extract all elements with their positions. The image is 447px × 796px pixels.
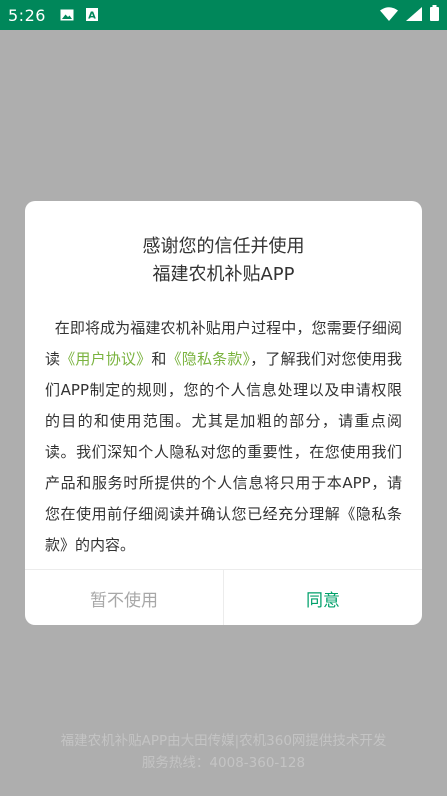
dialog-body-text: 在即将成为福建农机补贴用户过程中，您需要仔细阅读《用户协议》和《隐私条款》，了解… — [45, 313, 402, 561]
status-bar: 5:26 A — [0, 0, 447, 30]
privacy-consent-dialog: 感谢您的信任并使用 福建农机补贴APP 在即将成为福建农机补贴用户过程中，您需要… — [25, 201, 422, 625]
footer-hotline: 服务热线：4008-360-128 — [141, 755, 306, 771]
a-badge-icon: A — [85, 6, 98, 25]
decline-button[interactable]: 暂不使用 — [25, 570, 224, 625]
agree-button[interactable]: 同意 — [224, 570, 422, 625]
footer-credit: 福建农机补贴APP由大田传媒|农机360网提供技术开发 — [60, 733, 387, 749]
battery-icon — [430, 5, 439, 25]
privacy-policy-link[interactable]: 《隐私条款》 — [167, 350, 251, 368]
dialog-title-line2: 福建农机补贴APP — [152, 264, 295, 285]
dialog-button-bar: 暂不使用 同意 — [25, 569, 422, 625]
status-time: 5:26 — [8, 5, 46, 25]
image-icon — [60, 6, 74, 25]
dialog-title-line1: 感谢您的信任并使用 — [142, 236, 305, 257]
signal-icon — [406, 6, 422, 25]
body-text-and: 和 — [151, 350, 167, 368]
svg-text:A: A — [88, 10, 96, 21]
user-agreement-link[interactable]: 《用户协议》 — [60, 350, 151, 368]
body-text-part2: ，了解我们对您使用我们APP制定的规则，您的个人信息处理以及申请权限的目的和使用… — [45, 350, 402, 554]
wifi-icon — [380, 6, 398, 25]
app-footer: 福建农机补贴APP由大田传媒|农机360网提供技术开发 服务热线：4008-36… — [0, 730, 447, 774]
dialog-title: 感谢您的信任并使用 福建农机补贴APP — [25, 233, 422, 289]
